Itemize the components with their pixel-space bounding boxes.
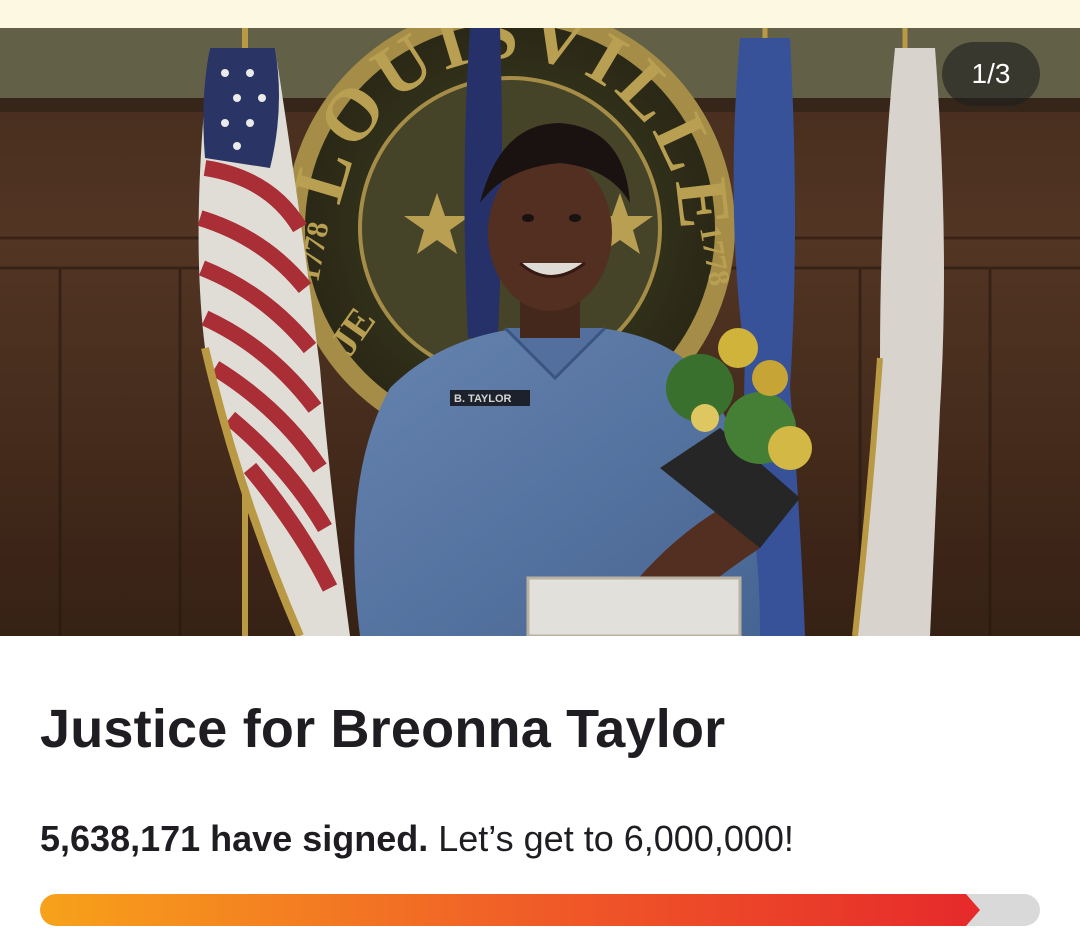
signature-summary: 5,638,171 have signed. Let’s get to 6,00… (40, 818, 794, 860)
top-strip (0, 0, 1080, 28)
photo-illustration: LOUISVILLE 1778 1778 JE (0, 28, 1080, 636)
petition-title: Justice for Breonna Taylor (40, 699, 726, 759)
signature-suffix: have signed. (210, 818, 429, 859)
petition-photo[interactable]: LOUISVILLE 1778 1778 JE (0, 28, 1080, 636)
signature-progress-bar (40, 894, 1040, 926)
image-counter-badge: 1/3 (942, 42, 1040, 106)
progress-arrow-tip (966, 894, 980, 926)
signature-goal: Let’s get to 6,000,000! (438, 818, 794, 859)
signature-count: 5,638,171 (40, 818, 201, 859)
progress-fill (40, 894, 966, 926)
